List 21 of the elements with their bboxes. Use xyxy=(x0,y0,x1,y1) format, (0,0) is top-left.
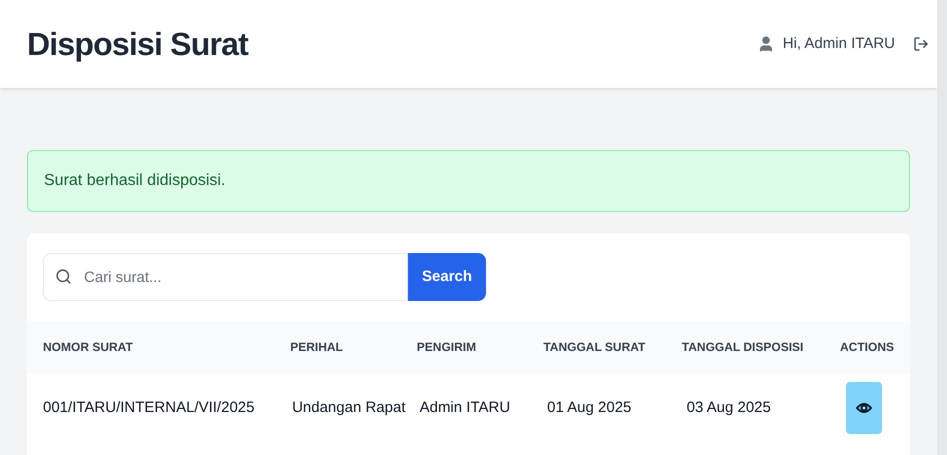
alert-message: Surat berhasil didisposisi. xyxy=(44,171,226,191)
column-header: PERIHAL xyxy=(290,340,343,354)
logout-button[interactable] xyxy=(913,36,929,52)
search-field[interactable]: Cari surat... xyxy=(43,253,408,301)
search-icon xyxy=(55,268,72,285)
table-cell: Undangan Rapat xyxy=(292,399,406,416)
table-cell: 03 Aug 2025 xyxy=(686,399,771,416)
view-button[interactable] xyxy=(846,382,882,434)
eye-icon xyxy=(856,400,872,416)
scrollbar[interactable] xyxy=(937,0,947,455)
page-title: Disposisi Surat xyxy=(27,25,248,64)
column-header: ACTIONS xyxy=(840,340,894,354)
table-cell: Admin ITARU xyxy=(420,399,510,416)
table-cell: 01 Aug 2025 xyxy=(547,399,632,416)
column-header: PENGIRIM xyxy=(416,340,476,354)
user-greeting: Hi, Admin ITARU xyxy=(782,34,895,54)
search-button[interactable]: Search xyxy=(408,253,486,301)
column-header: NOMOR SURAT xyxy=(43,340,133,354)
table-cell: 001/ITARU/INTERNAL/VII/2025 xyxy=(43,399,254,416)
column-header: TANGGAL SURAT xyxy=(543,340,646,354)
column-header: TANGGAL DISPOSISI xyxy=(682,340,804,354)
